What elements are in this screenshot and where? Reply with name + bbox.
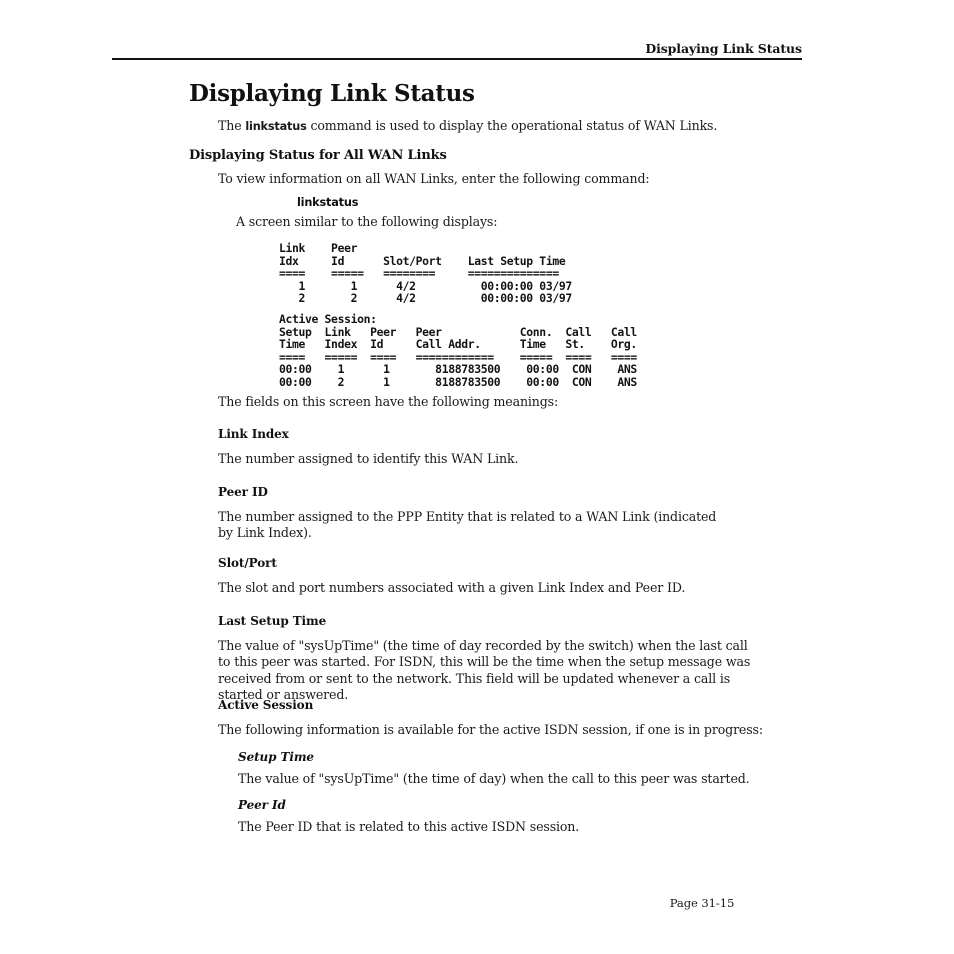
page-title: Displaying Link Status xyxy=(189,80,475,107)
definition-text-last-setup-time: The value of "sysUpTime" (the time of da… xyxy=(218,638,751,703)
document-page: Displaying Link Status Displaying Link S… xyxy=(0,0,954,954)
definition-term-slot-port: Slot/Port xyxy=(218,556,277,570)
screen-output-link-table: Link Peer Idx Id Slot/Port Last Setup Ti… xyxy=(279,242,572,305)
table-row: 2 2 4/2 00:00:00 03/97 xyxy=(279,291,573,306)
linkstatus-command-block: linkstatus xyxy=(297,196,359,209)
screen-lead-in-paragraph: A screen similar to the following displa… xyxy=(236,214,498,229)
fields-meaning-paragraph: The fields on this screen have the follo… xyxy=(218,394,559,409)
page-header: Displaying Link Status xyxy=(112,38,802,57)
instruction-paragraph: To view information on all WAN Links, en… xyxy=(218,171,650,186)
definition-term-peer-id: Peer ID xyxy=(218,485,268,499)
running-header-title: Displaying Link Status xyxy=(645,41,802,56)
header-divider-rule xyxy=(112,58,802,61)
screen-output-active-session-table: Active Session: Setup Link Peer Peer Con… xyxy=(279,313,637,389)
definition-text-link-index: The number assigned to identify this WAN… xyxy=(218,451,519,466)
page-number: Page 31-15 xyxy=(669,896,735,910)
definition-term-last-setup-time: Last Setup Time xyxy=(218,614,327,628)
definition-term-active-session: Active Session xyxy=(218,698,314,712)
intro-paragraph: The linkstatus command is used to displa… xyxy=(218,118,798,135)
sub-definition-term-setup-time: Setup Time xyxy=(238,750,314,764)
definition-text-peer-id: The number assigned to the PPP Entity th… xyxy=(218,509,717,541)
sub-definition-text-peer-id: The Peer ID that is related to this acti… xyxy=(238,819,580,834)
intro-text-after: command is used to display the operation… xyxy=(306,118,718,133)
intro-text-before: The xyxy=(218,118,246,133)
section-heading-all-wan-links: Displaying Status for All WAN Links xyxy=(189,148,447,163)
definition-term-link-index: Link Index xyxy=(218,427,289,441)
sub-definition-text-setup-time: The value of "sysUpTime" (the time of da… xyxy=(238,771,750,786)
table-row: 00:00 2 1 8188783500 00:00 CON ANS xyxy=(279,374,637,389)
definition-text-slot-port: The slot and port numbers associated wit… xyxy=(218,580,686,595)
sub-definition-term-peer-id: Peer Id xyxy=(238,798,286,812)
page-footer: Page 31-15 xyxy=(602,896,802,910)
linkstatus-command-inline: linkstatus xyxy=(245,120,307,133)
definition-text-active-session: The following information is available f… xyxy=(218,722,763,737)
